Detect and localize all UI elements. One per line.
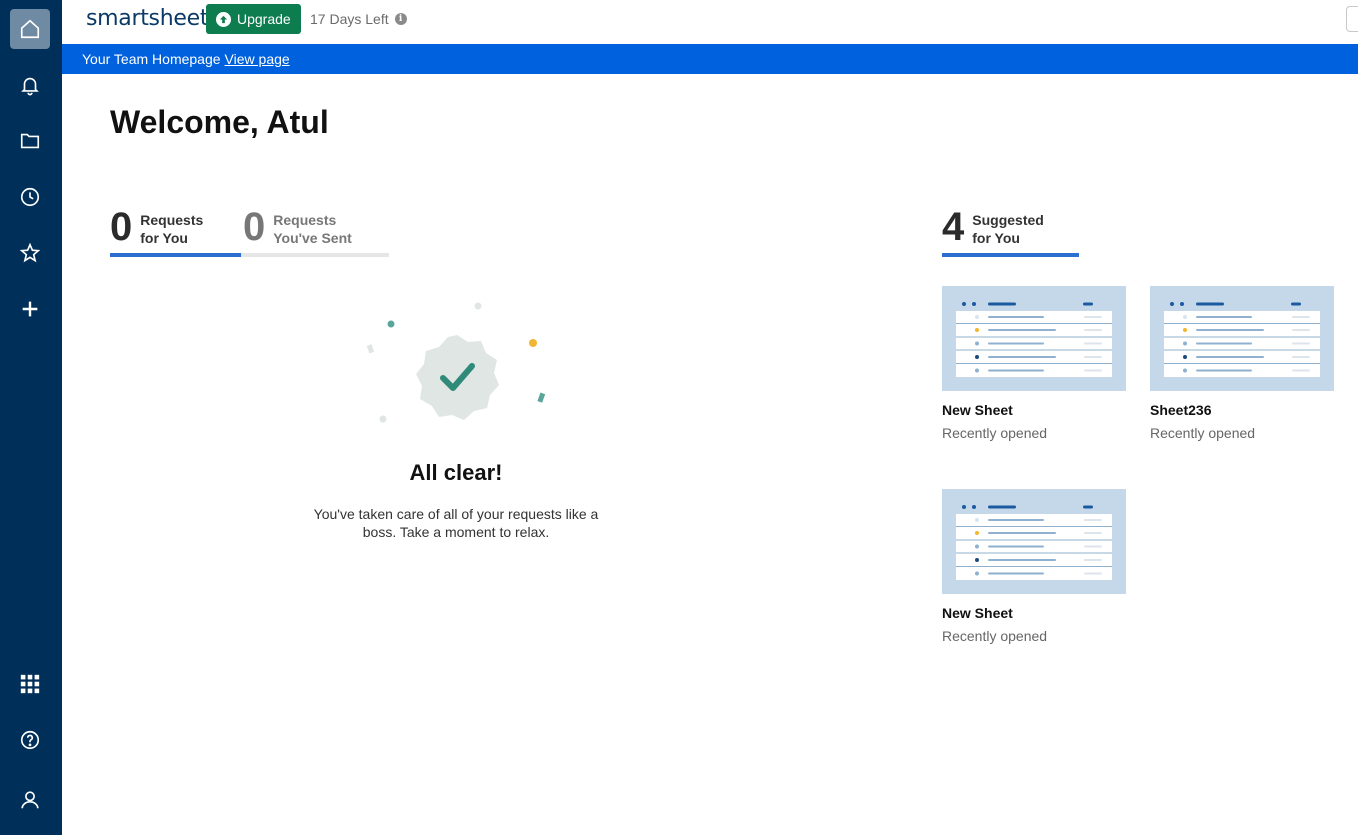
requests-sent-count: 0 — [243, 205, 266, 249]
view-page-link[interactable]: View page — [225, 51, 290, 67]
smartsheet-logo[interactable]: smartsheet — [86, 6, 208, 31]
suggested-card[interactable]: New Sheet Recently opened — [942, 489, 1126, 644]
browse-button[interactable] — [10, 121, 50, 161]
recents-button[interactable] — [10, 177, 50, 217]
badge-icon — [416, 335, 499, 420]
sheet-thumbnail — [1150, 286, 1334, 391]
account-icon — [21, 791, 39, 809]
create-button[interactable] — [10, 289, 50, 329]
help-icon — [20, 730, 40, 750]
solution-center-button[interactable] — [10, 664, 50, 704]
tab-requests-for-you[interactable]: 0 Requests for You — [110, 205, 241, 257]
info-icon[interactable]: i — [394, 13, 407, 25]
home-icon — [20, 19, 40, 39]
all-clear-illustration — [366, 302, 546, 423]
plus-icon — [22, 301, 38, 317]
trial-status: 17 Days Left i — [310, 11, 407, 27]
tab-label-line2: for You — [140, 230, 188, 246]
card-name: Sheet236 — [1150, 402, 1212, 418]
clock-icon — [20, 187, 40, 207]
upgrade-button[interactable]: Upgrade — [206, 4, 301, 34]
star-icon — [19, 242, 41, 263]
banner-text: Your Team Homepage — [82, 51, 221, 67]
top-bar: smartsheet Upgrade 17 Days Left i — [62, 0, 1358, 44]
upgrade-label: Upgrade — [237, 11, 291, 27]
card-subtitle: Recently opened — [1150, 425, 1256, 441]
card-subtitle: Recently opened — [942, 628, 1048, 644]
bell-icon — [21, 77, 39, 96]
team-homepage-banner: Your Team Homepage View page — [62, 44, 1358, 74]
top-right-button[interactable] — [1346, 6, 1358, 32]
folder-icon — [20, 133, 40, 149]
sheet-thumbnail — [942, 286, 1126, 391]
notifications-button[interactable] — [10, 65, 50, 105]
empty-state-title: All clear! — [409, 460, 503, 485]
tab-label-line2: for You — [972, 230, 1020, 246]
card-name: New Sheet — [942, 402, 1013, 418]
requests-tabs: 0 Requests for You 0 Requests You've Sen… — [110, 205, 389, 257]
account-button[interactable] — [10, 780, 50, 820]
left-nav-rail — [0, 0, 62, 835]
upgrade-arrow-icon — [216, 11, 231, 27]
suggested-card[interactable]: Sheet236 Recently opened — [1150, 286, 1334, 441]
sheet-thumbnail — [942, 489, 1126, 594]
apps-grid-icon — [20, 674, 40, 694]
tab-requests-sent[interactable]: 0 Requests You've Sent — [241, 205, 389, 257]
tab-suggested-for-you[interactable]: 4 Suggested for You — [942, 205, 1079, 257]
favorites-button[interactable] — [10, 233, 50, 273]
tab-label-line1: Suggested — [972, 212, 1044, 228]
tab-label-line2: You've Sent — [273, 230, 352, 246]
card-name: New Sheet — [942, 605, 1013, 621]
suggested-count: 4 — [942, 205, 965, 249]
trial-days-left: 17 Days Left — [310, 11, 389, 27]
suggested-card[interactable]: New Sheet Recently opened — [942, 286, 1126, 441]
empty-state-message: You've taken care of all of your request… — [313, 506, 599, 540]
help-button[interactable] — [10, 720, 50, 760]
tab-label-line1: Requests — [140, 212, 204, 228]
tab-label-line1: Requests — [273, 212, 337, 228]
requests-for-you-count: 0 — [110, 205, 133, 249]
home-button[interactable] — [10, 9, 50, 49]
welcome-heading: Welcome, Atul — [110, 104, 329, 140]
card-subtitle: Recently opened — [942, 425, 1048, 441]
